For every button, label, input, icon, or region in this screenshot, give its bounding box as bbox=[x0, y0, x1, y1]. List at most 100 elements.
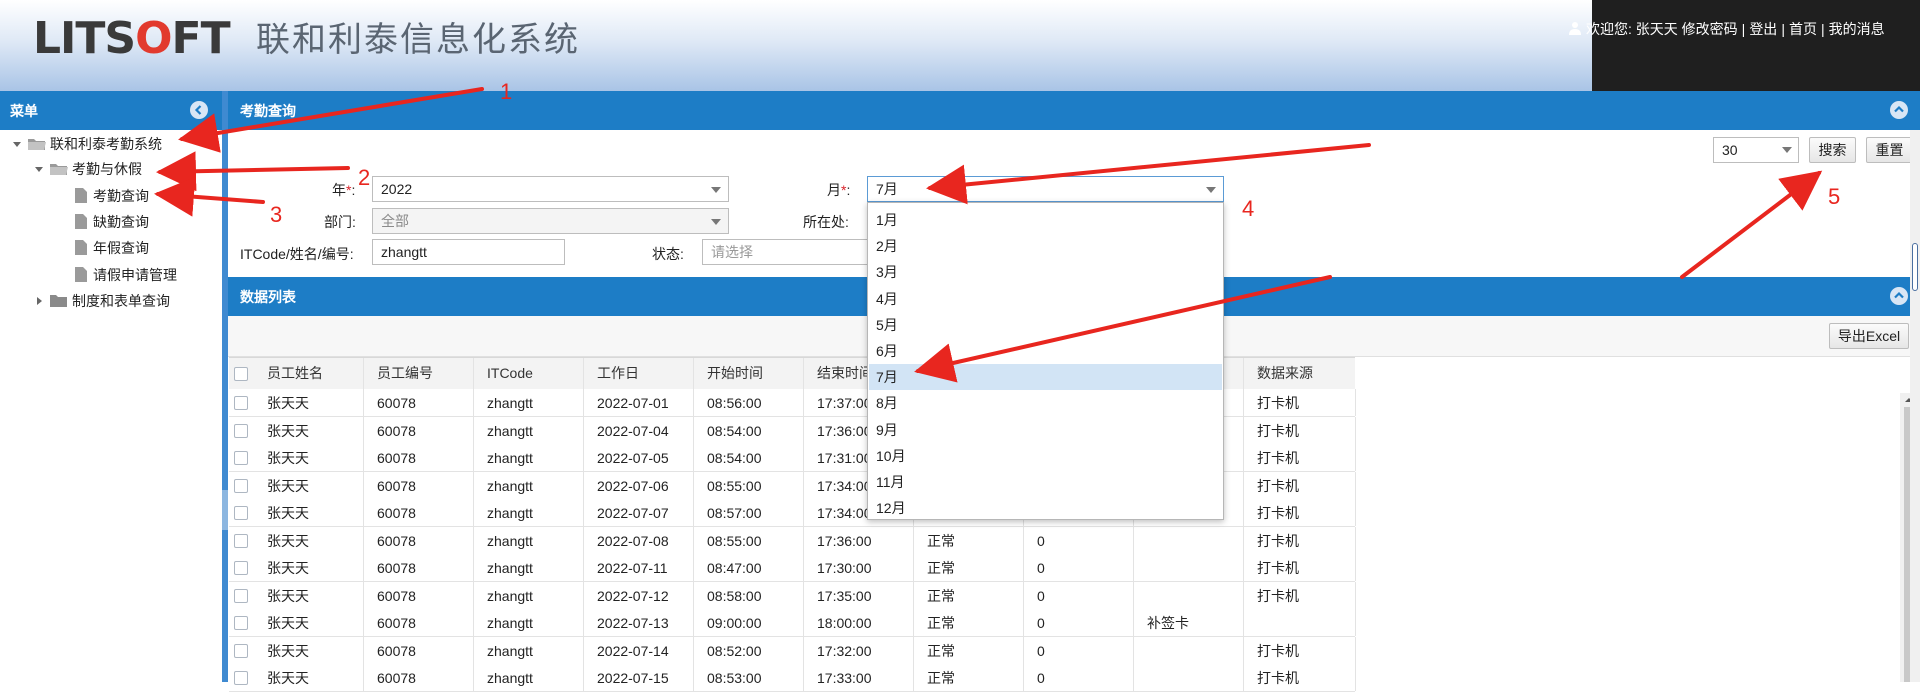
data-panel-collapse-button[interactable] bbox=[1890, 287, 1908, 305]
tree-item-attendance-query[interactable]: 考勤查询 bbox=[75, 186, 149, 206]
row-checkbox[interactable] bbox=[234, 643, 248, 658]
month-option[interactable]: 6月 bbox=[869, 338, 1222, 364]
col-header-data-source[interactable]: 数据来源 bbox=[1257, 363, 1313, 383]
table-row[interactable]: 张天天 60078 zhangtt 2022-07-14 08:52:00 17:32:0… bbox=[229, 636, 1356, 665]
main-scroll-thumb[interactable] bbox=[1912, 243, 1918, 291]
cell-itcode: zhangtt bbox=[487, 395, 533, 411]
cell-itcode: zhangtt bbox=[487, 670, 533, 686]
document-icon bbox=[75, 188, 87, 203]
user-icon bbox=[1569, 22, 1581, 35]
itcode-input[interactable]: zhangtt bbox=[372, 239, 565, 265]
month-option[interactable]: 3月 bbox=[869, 259, 1222, 285]
status-label: 状态: bbox=[652, 246, 684, 262]
tree-item-absence-query[interactable]: 缺勤查询 bbox=[75, 212, 149, 232]
home-link[interactable]: 首页 bbox=[1789, 21, 1817, 37]
document-icon bbox=[75, 214, 87, 229]
chevron-down-icon[interactable] bbox=[711, 187, 721, 193]
change-password-link[interactable]: 修改密码 bbox=[1682, 21, 1738, 37]
my-messages-link[interactable]: 我的消息 bbox=[1829, 21, 1885, 37]
cell-end-time: 17:36:00 bbox=[817, 532, 872, 549]
month-option[interactable]: 2月 bbox=[869, 233, 1222, 259]
splitter-handle[interactable] bbox=[222, 490, 228, 530]
column-divider bbox=[1243, 664, 1244, 691]
cell-name: 张天天 bbox=[267, 532, 309, 549]
department-select[interactable]: 全部 bbox=[372, 208, 729, 234]
table-row[interactable]: 张天天 60078 zhangtt 2022-07-13 09:00:00 18:00:0… bbox=[229, 609, 1356, 637]
tree-node-policies-forms[interactable]: 制度和表单查询 bbox=[34, 291, 170, 311]
col-header-itcode[interactable]: ITCode bbox=[487, 363, 533, 383]
column-divider bbox=[803, 416, 804, 444]
row-checkbox[interactable] bbox=[234, 533, 248, 548]
column-divider bbox=[363, 358, 364, 389]
cell-workday: 2022-07-06 bbox=[597, 477, 669, 494]
main-scrollbar[interactable] bbox=[1910, 130, 1920, 682]
col-header-start-time[interactable]: 开始时间 bbox=[707, 363, 763, 383]
table-row[interactable]: 张天天 60078 zhangtt 2022-07-08 08:55:00 17:36:0… bbox=[229, 526, 1356, 555]
column-divider bbox=[1133, 554, 1134, 581]
cell-start-time: 08:57:00 bbox=[707, 505, 762, 521]
col-header-employee-id[interactable]: 员工编号 bbox=[377, 363, 433, 383]
month-select[interactable]: 7月 bbox=[867, 176, 1224, 202]
col-header-name[interactable]: 员工姓名 bbox=[267, 363, 323, 383]
panel-splitter[interactable] bbox=[222, 91, 228, 682]
search-button[interactable]: 搜索 bbox=[1809, 137, 1856, 163]
month-option[interactable]: 4月 bbox=[869, 286, 1222, 312]
cell-itcode: zhangtt bbox=[487, 450, 533, 466]
col-header-workday[interactable]: 工作日 bbox=[597, 363, 639, 383]
month-option[interactable]: 12月 bbox=[869, 495, 1222, 521]
menu-collapse-button[interactable] bbox=[190, 101, 208, 119]
month-option[interactable]: 7月 bbox=[869, 364, 1222, 391]
month-option[interactable]: 8月 bbox=[869, 390, 1222, 416]
expand-right-icon[interactable] bbox=[34, 296, 44, 306]
tree-node-root[interactable]: 联和利泰考勤系统 bbox=[12, 134, 162, 154]
cell-name: 张天天 bbox=[267, 395, 309, 411]
row-checkbox[interactable] bbox=[234, 423, 248, 438]
column-divider bbox=[583, 636, 584, 664]
cell-end-time: 17:35:00 bbox=[817, 587, 872, 604]
query-panel-title: 考勤查询 bbox=[240, 103, 296, 119]
table-row[interactable]: 张天天 60078 zhangtt 2022-07-12 08:58:00 17:35:0… bbox=[229, 581, 1356, 610]
row-checkbox[interactable] bbox=[234, 561, 248, 575]
tree-item-leave-request[interactable]: 请假申请管理 bbox=[75, 265, 177, 285]
column-divider bbox=[1355, 471, 1356, 499]
export-excel-button[interactable]: 导出Excel bbox=[1829, 323, 1909, 349]
column-divider bbox=[1243, 554, 1244, 581]
col-header-end-time[interactable]: 结束时间 bbox=[817, 363, 873, 383]
table-row[interactable]: 张天天 60078 zhangtt 2022-07-15 08:53:00 17:33:0… bbox=[229, 664, 1356, 692]
select-all-checkbox[interactable] bbox=[234, 367, 248, 381]
column-divider bbox=[913, 581, 914, 609]
table-row[interactable]: 张天天 60078 zhangtt 2022-07-11 08:47:00 17:30:0… bbox=[229, 554, 1356, 582]
chevron-down-icon[interactable] bbox=[1782, 147, 1792, 153]
tree-label-root: 联和利泰考勤系统 bbox=[50, 136, 162, 152]
month-option[interactable]: 9月 bbox=[869, 417, 1222, 443]
column-divider bbox=[1133, 664, 1134, 691]
row-checkbox[interactable] bbox=[234, 478, 248, 493]
expand-down-icon[interactable] bbox=[12, 139, 22, 149]
row-checkbox[interactable] bbox=[234, 588, 248, 603]
query-panel-collapse-button[interactable] bbox=[1890, 101, 1908, 119]
link-separator: | bbox=[1820, 21, 1825, 37]
cell-end-time: 17:32:00 bbox=[817, 642, 872, 659]
chevron-down-icon[interactable] bbox=[1206, 187, 1216, 193]
year-select[interactable]: 2022 bbox=[372, 176, 729, 202]
status-select[interactable]: 请选择 bbox=[702, 239, 868, 265]
month-option[interactable]: 1月 bbox=[869, 207, 1222, 233]
row-checkbox[interactable] bbox=[234, 451, 248, 465]
tree-item-annual-leave-query[interactable]: 年假查询 bbox=[75, 238, 149, 258]
month-option[interactable]: 5月 bbox=[869, 312, 1222, 338]
row-checkbox[interactable] bbox=[234, 396, 248, 410]
chevron-down-icon[interactable] bbox=[711, 219, 721, 225]
cell-itcode: zhangtt bbox=[487, 560, 533, 576]
column-divider bbox=[1023, 609, 1024, 636]
tree-node-attendance-leave[interactable]: 考勤与休假 bbox=[34, 159, 142, 179]
month-option[interactable]: 10月 bbox=[869, 443, 1222, 469]
row-checkbox[interactable] bbox=[234, 671, 248, 685]
row-checkbox[interactable] bbox=[234, 616, 248, 630]
row-checkbox[interactable] bbox=[234, 506, 248, 520]
column-divider bbox=[693, 554, 694, 581]
month-option[interactable]: 11月 bbox=[869, 469, 1222, 495]
logout-link[interactable]: 登出 bbox=[1749, 21, 1777, 37]
reset-button[interactable]: 重置 bbox=[1866, 137, 1913, 163]
expand-down-icon[interactable] bbox=[34, 164, 44, 174]
column-divider bbox=[363, 444, 364, 471]
